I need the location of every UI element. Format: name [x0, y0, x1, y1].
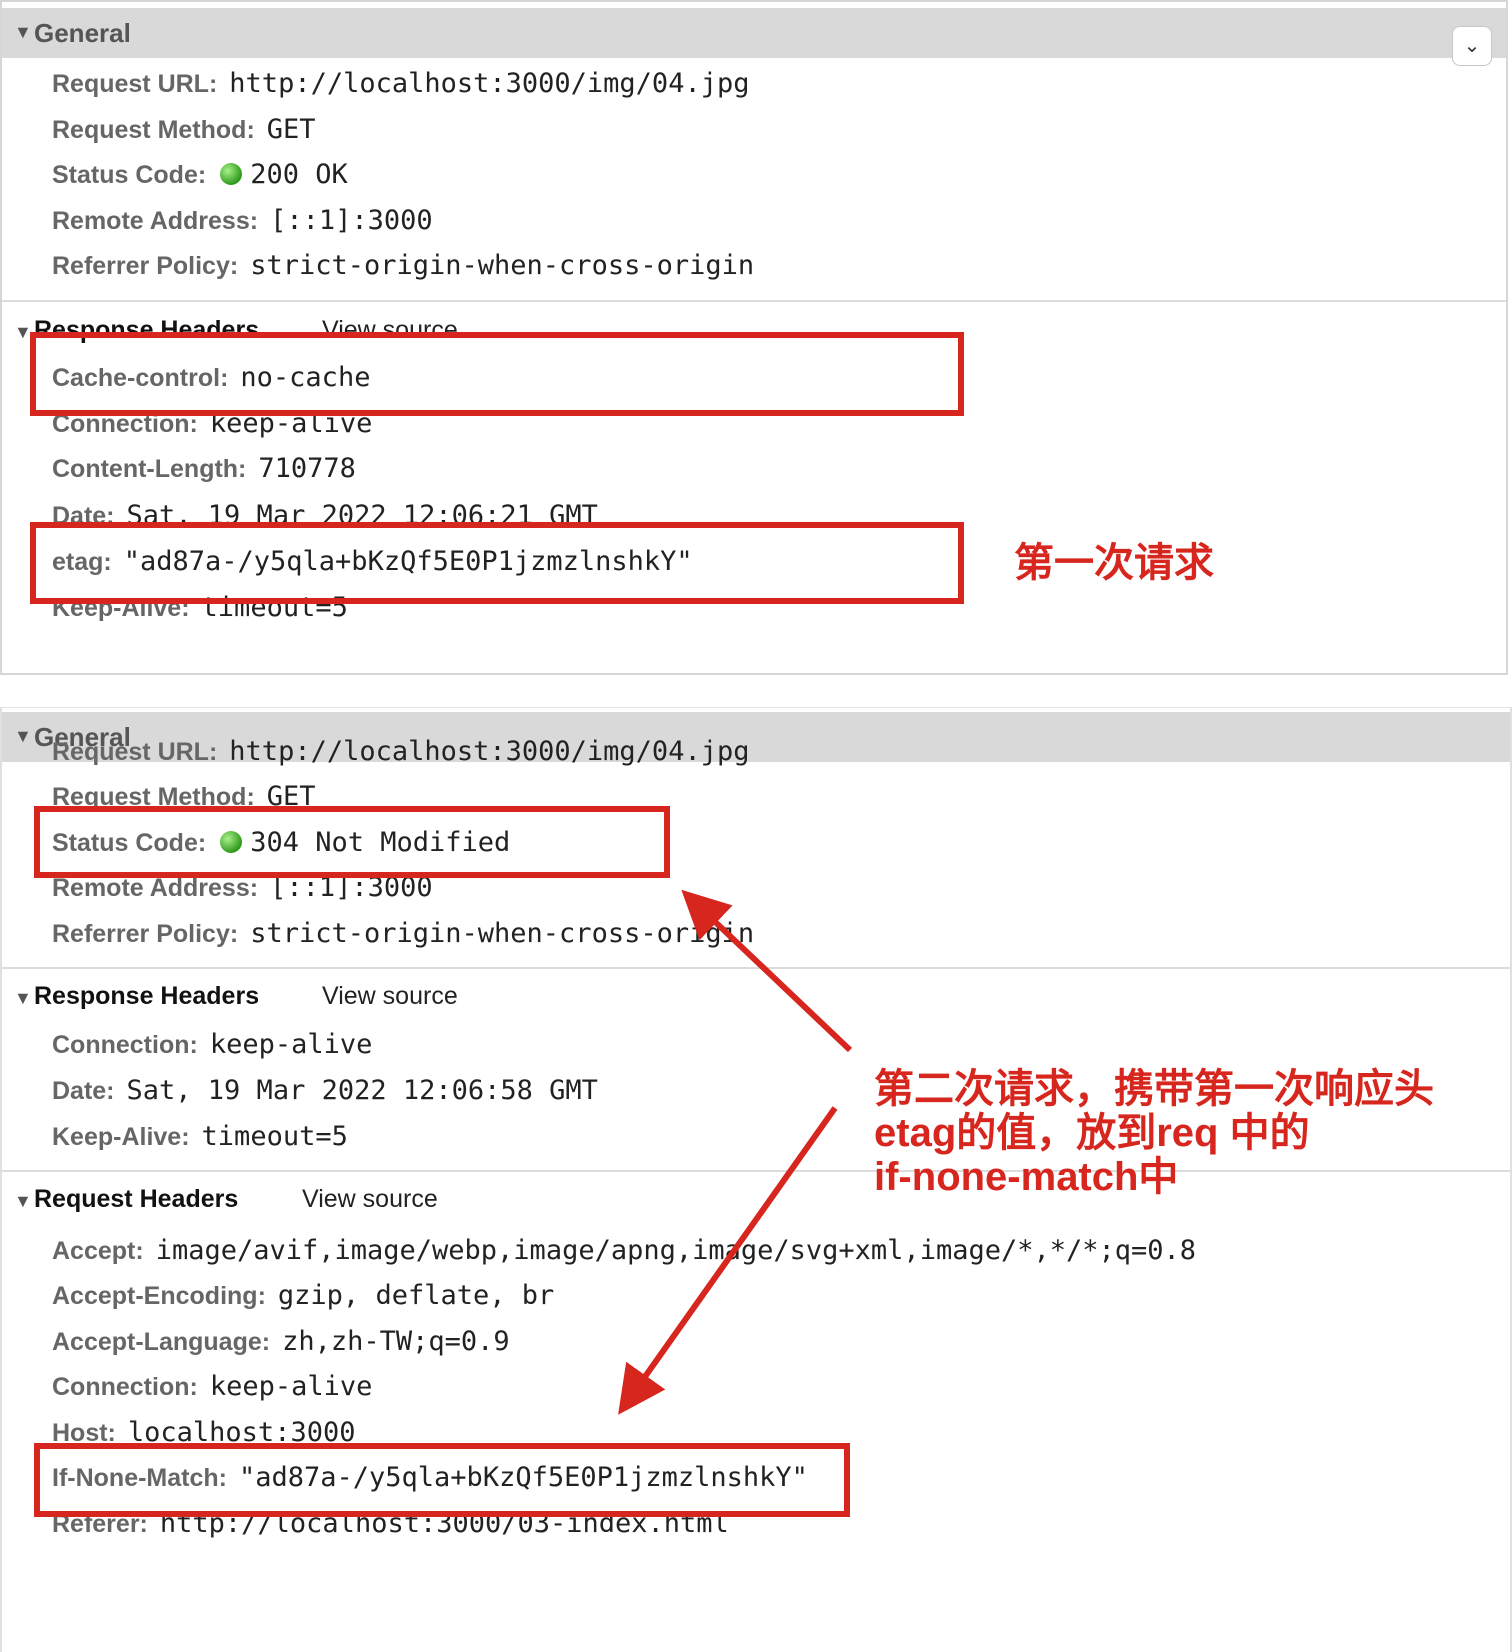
general-section-header[interactable]: ▼ General ⌄: [2, 8, 1506, 66]
annotation-second-request-line1: 第二次请求，携带第一次响应头: [874, 1067, 1434, 1111]
header-row: Keep-Alive: timeout=5: [52, 1121, 348, 1152]
header-row: Referrer Policy: strict-origin-when-cross…: [52, 918, 755, 949]
header-row: Request URL: http://localhost:3000/img/04…: [52, 736, 750, 767]
highlight-box-etag: [30, 522, 964, 604]
header-row: Accept-Language: zh,zh-TW;q=0.9: [52, 1326, 510, 1357]
header-row: Request Method: GET: [52, 114, 316, 145]
header-row: Content-Length: 710778: [52, 453, 356, 484]
highlight-box-if-none-match: [34, 1443, 850, 1517]
response-headers-title[interactable]: Response Headers: [34, 982, 259, 1011]
header-row: Referrer Policy: strict-origin-when-cross…: [52, 250, 755, 281]
header-row-status: Status Code: 200 OK: [52, 159, 348, 190]
view-source-link[interactable]: View source: [302, 1185, 438, 1214]
collapse-triangle-icon[interactable]: ▼: [14, 726, 32, 747]
section-divider: [2, 1170, 1510, 1172]
header-row: Connection: keep-alive: [52, 1029, 373, 1060]
collapse-triangle-icon[interactable]: ▼: [14, 988, 32, 1009]
header-row: Accept: image/avif,image/webp,image/apng,…: [52, 1235, 1197, 1266]
header-row: Accept-Encoding: gzip, deflate, br: [52, 1280, 555, 1311]
view-source-link[interactable]: View source: [322, 982, 458, 1011]
header-row: Request URL: http://localhost:3000/img/04…: [52, 68, 750, 99]
header-row: Date: Sat, 19 Mar 2022 12:06:58 GMT: [52, 1075, 598, 1106]
highlight-box-status-304: [34, 806, 670, 878]
collapse-triangle-icon[interactable]: ▼: [14, 1191, 32, 1212]
section-divider: [2, 967, 1510, 969]
chevron-down-icon[interactable]: ⌄: [1452, 26, 1492, 66]
annotation-first-request: 第一次请求: [1014, 541, 1214, 585]
header-row: Connection: keep-alive: [52, 1371, 373, 1402]
general-section-title: General: [34, 18, 131, 48]
collapse-triangle-icon[interactable]: ▼: [14, 22, 32, 43]
status-ok-icon: [220, 163, 243, 185]
annotation-second-request-line2: etag的值，放到req 中的: [874, 1111, 1310, 1155]
request-headers-title[interactable]: Request Headers: [34, 1185, 238, 1214]
header-row: Remote Address: [::1]:3000: [52, 205, 433, 236]
annotation-second-request-line3: if-none-match中: [874, 1155, 1179, 1199]
highlight-box-cache-control: [30, 332, 964, 416]
section-divider: [2, 300, 1506, 302]
